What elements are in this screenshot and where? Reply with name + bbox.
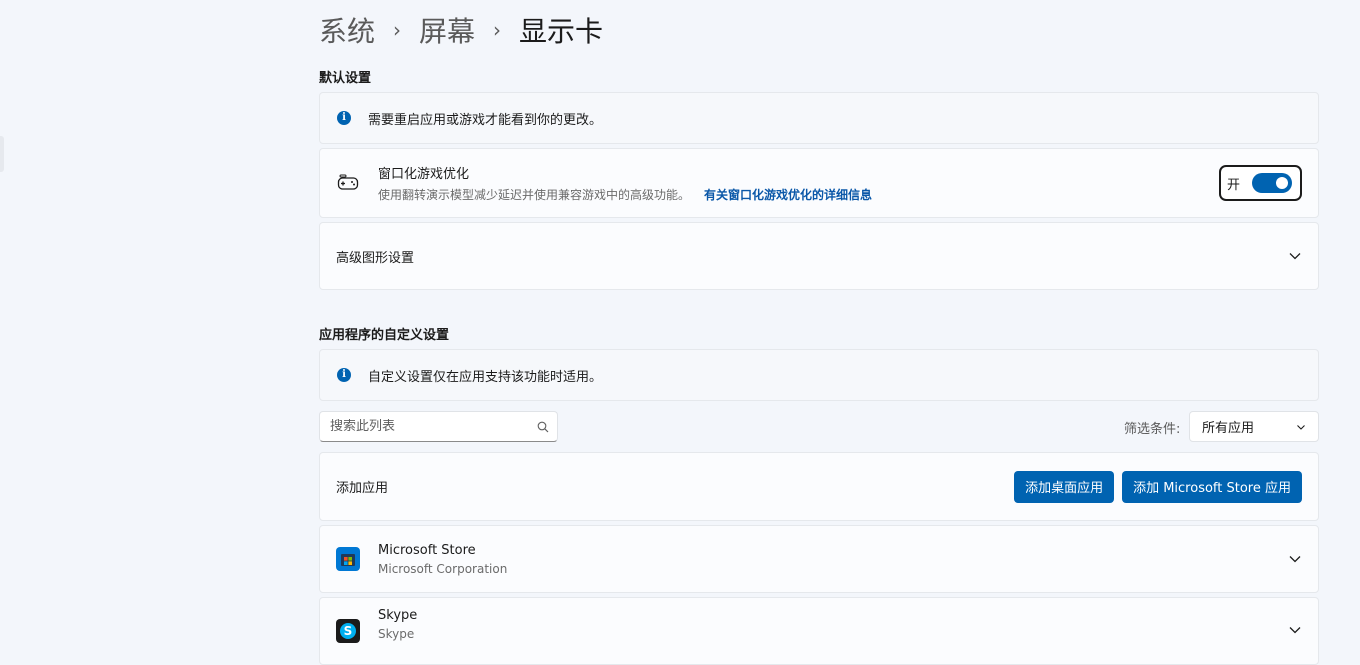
windowed-game-description: 使用翻转演示模型减少延迟并使用兼容游戏中的高级功能。	[378, 188, 691, 202]
game-controller-icon	[336, 171, 360, 195]
section-title-custom: 应用程序的自定义设置	[319, 328, 450, 343]
toggle-knob	[1276, 177, 1288, 189]
info-bar-custom: i 自定义设置仅在应用支持该功能时适用。	[319, 349, 1319, 401]
skype-icon: S	[336, 619, 360, 643]
advanced-graphics-settings-row[interactable]: 高级图形设置	[319, 222, 1319, 290]
chevron-down-icon	[1297, 424, 1305, 430]
app-row-microsoft-store[interactable]: Microsoft Store Microsoft Corporation	[319, 525, 1319, 593]
section-title-default: 默认设置	[319, 71, 372, 86]
add-app-label: 添加应用	[336, 481, 389, 496]
chevron-down-icon[interactable]	[1288, 249, 1302, 263]
windowed-game-learn-more-link[interactable]: 有关窗口化游戏优化的详细信息	[704, 188, 872, 202]
app-name: Microsoft Store	[378, 542, 476, 558]
info-icon: i	[337, 111, 351, 125]
windowed-game-toggle[interactable]: 开	[1218, 165, 1302, 201]
info-icon: i	[337, 368, 351, 382]
app-publisher: Microsoft Corporation	[378, 561, 508, 576]
filter-label: 筛选条件:	[1124, 422, 1181, 437]
app-row-skype[interactable]: S Skype Skype	[319, 597, 1319, 665]
svg-text:S: S	[344, 624, 353, 638]
windowed-game-optimization-row: 窗口化游戏优化 使用翻转演示模型减少延迟并使用兼容游戏中的高级功能。 有关窗口化游…	[319, 148, 1319, 218]
chevron-right-icon: ›	[493, 18, 502, 42]
filter-dropdown[interactable]: 所有应用	[1189, 411, 1319, 442]
info-text: 自定义设置仅在应用支持该功能时适用。	[368, 369, 603, 385]
info-bar-restart: i 需要重启应用或游戏才能看到你的更改。	[319, 92, 1319, 144]
breadcrumb-item-display[interactable]: 屏幕	[419, 10, 475, 50]
filter-value: 所有应用	[1202, 421, 1255, 436]
breadcrumb: 系统 › 屏幕 › 显示卡	[319, 10, 603, 50]
chevron-down-icon[interactable]	[1288, 552, 1302, 566]
breadcrumb-item-system[interactable]: 系统	[319, 10, 375, 50]
microsoft-store-icon	[336, 547, 360, 571]
add-store-app-button[interactable]: 添加 Microsoft Store 应用	[1122, 470, 1302, 503]
nav-edge-indicator	[0, 136, 4, 172]
chevron-right-icon: ›	[393, 18, 402, 42]
windowed-game-title: 窗口化游戏优化	[378, 167, 470, 182]
search-icon	[537, 421, 549, 432]
advanced-graphics-title: 高级图形设置	[336, 250, 415, 266]
app-publisher: Skype	[378, 626, 415, 641]
app-name: Skype	[378, 607, 418, 623]
search-input[interactable]	[330, 419, 537, 434]
info-text: 需要重启应用或游戏才能看到你的更改。	[368, 112, 603, 128]
page-title: 显示卡	[519, 15, 604, 48]
chevron-down-icon[interactable]	[1288, 623, 1302, 637]
toggle-switch[interactable]	[1252, 173, 1292, 193]
add-app-row: 添加应用 添加桌面应用 添加 Microsoft Store 应用	[319, 452, 1319, 521]
add-desktop-app-button[interactable]: 添加桌面应用	[1014, 470, 1115, 503]
search-box[interactable]	[319, 411, 558, 442]
toggle-state-label: 开	[1226, 177, 1240, 193]
